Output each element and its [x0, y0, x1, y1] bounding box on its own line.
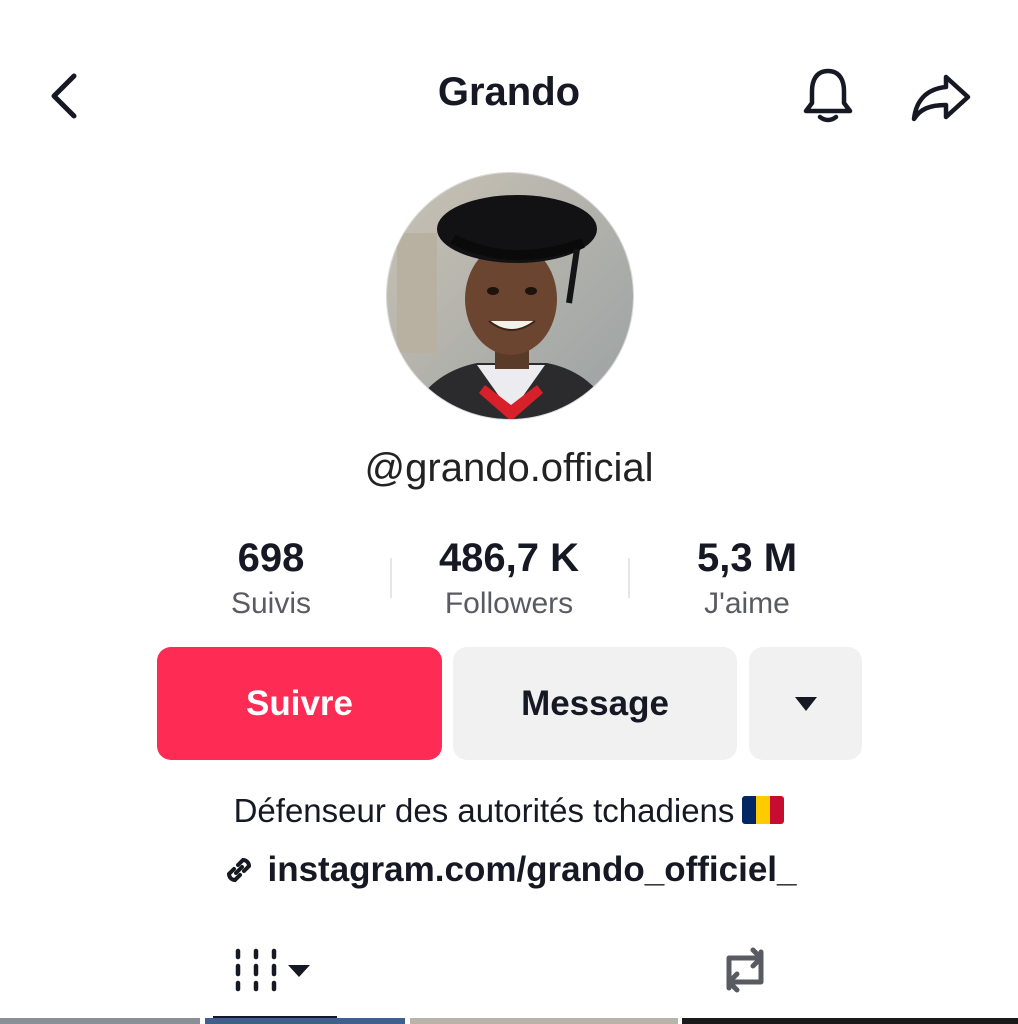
- stat-label: J'aime: [704, 587, 790, 620]
- share-button[interactable]: [906, 62, 976, 132]
- chad-flag-icon: [742, 796, 785, 824]
- video-thumbnail[interactable]: [0, 1018, 200, 1024]
- tab-videos[interactable]: [213, 935, 337, 1005]
- grid-bars-icon: [235, 948, 310, 992]
- stat-label: Suivis: [230, 587, 312, 620]
- bell-icon: [803, 68, 853, 123]
- username: @grando.official: [364, 446, 654, 490]
- stat-label: Followers: [444, 587, 574, 620]
- stat-value: 698: [237, 536, 305, 580]
- page-title: Grando: [437, 70, 581, 114]
- share-arrow-icon: [911, 74, 971, 122]
- follow-button[interactable]: Suivre: [157, 647, 442, 760]
- stat-likes[interactable]: 5,3 M J'aime: [627, 534, 867, 624]
- video-thumbnail[interactable]: [682, 1018, 1018, 1024]
- more-options-button[interactable]: [749, 647, 862, 760]
- tab-reposts[interactable]: [690, 935, 800, 1005]
- bio: Défenseur des autorités tchadiens: [0, 792, 1018, 830]
- avatar[interactable]: [386, 172, 634, 420]
- caret-down-icon: [794, 696, 817, 711]
- stat-value: 5,3 M: [696, 536, 798, 580]
- stat-followers[interactable]: 486,7 K Followers: [389, 534, 629, 624]
- stat-value: 486,7 K: [438, 536, 580, 580]
- profile-photo: [387, 173, 633, 419]
- stat-following[interactable]: 698 Suivis: [151, 534, 391, 624]
- bio-link[interactable]: instagram.com/grando_officiel_: [0, 850, 1018, 890]
- bio-text: Défenseur des autorités tchadiens: [233, 792, 735, 829]
- video-thumbnail[interactable]: [410, 1018, 678, 1024]
- notification-button[interactable]: [795, 62, 861, 128]
- repost-icon: [726, 947, 764, 993]
- link-icon: [227, 857, 252, 883]
- message-button[interactable]: Message: [453, 647, 737, 760]
- bio-link-text: instagram.com/grando_officiel_: [267, 850, 797, 889]
- video-thumbnail[interactable]: [205, 1018, 405, 1024]
